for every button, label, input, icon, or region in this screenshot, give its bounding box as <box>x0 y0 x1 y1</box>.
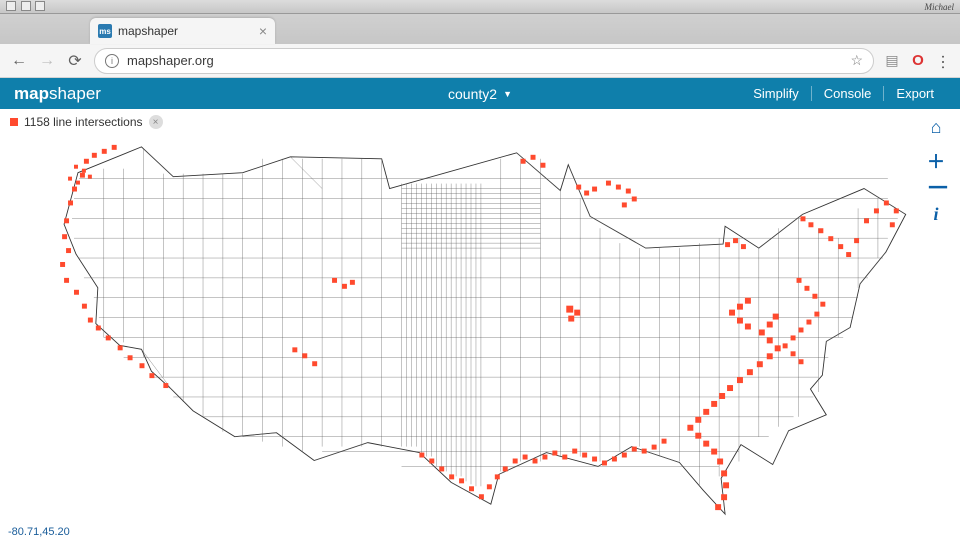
page-viewport: mapshaper county2 ▼ Simplify Console Exp… <box>0 78 960 540</box>
county-lines <box>72 149 906 514</box>
site-info-icon[interactable]: i <box>105 54 119 68</box>
tab-strip: ms mapshaper × <box>0 14 960 44</box>
os-username: Michael <box>925 2 955 12</box>
window-control[interactable] <box>35 1 45 11</box>
address-bar[interactable]: i mapshaper.org ☆ <box>94 48 874 74</box>
cursor-coordinates: -80.71,45.20 <box>8 526 70 538</box>
window-control[interactable] <box>6 1 16 11</box>
simplify-button[interactable]: Simplify <box>741 86 811 101</box>
browser-menu-icon[interactable]: ⋯ <box>933 54 953 68</box>
browser-toolbar: ← → ⟳ i mapshaper.org ☆ ▤ O ⋯ <box>0 44 960 78</box>
bookmark-star-icon[interactable]: ☆ <box>850 52 863 69</box>
reload-button[interactable]: ⟳ <box>66 52 84 70</box>
back-button[interactable]: ← <box>10 52 28 70</box>
export-button[interactable]: Export <box>883 86 946 101</box>
os-titlebar: Michael <box>0 0 960 14</box>
tab-close-icon[interactable]: × <box>259 23 267 39</box>
browser-window: ms mapshaper × ← → ⟳ i mapshaper.org ☆ ▤… <box>0 14 960 540</box>
map-svg <box>10 129 932 526</box>
favicon-icon: ms <box>98 24 112 38</box>
intersection-markers <box>60 145 899 510</box>
extension-icon[interactable]: ▤ <box>884 53 900 69</box>
forward-button[interactable]: → <box>38 52 56 70</box>
window-control[interactable] <box>21 1 31 11</box>
status-dismiss-icon[interactable]: × <box>149 115 163 129</box>
intersections-status: 1158 line intersections × <box>10 115 163 129</box>
app-logo[interactable]: mapshaper <box>14 84 101 104</box>
status-text: 1158 line intersections <box>24 115 143 129</box>
browser-tab[interactable]: ms mapshaper × <box>90 18 275 44</box>
map-canvas[interactable]: 1158 line intersections × ⌂ ＋ － i -80.71… <box>0 109 960 540</box>
layer-name: county2 <box>448 86 497 102</box>
opera-extension-icon[interactable]: O <box>910 53 926 69</box>
status-swatch-icon <box>10 118 18 126</box>
chevron-down-icon: ▼ <box>503 89 512 99</box>
url-text: mapshaper.org <box>127 53 842 68</box>
app-header: mapshaper county2 ▼ Simplify Console Exp… <box>0 78 960 109</box>
layer-selector[interactable]: county2 ▼ <box>448 86 512 102</box>
console-button[interactable]: Console <box>811 86 884 101</box>
tab-title: mapshaper <box>118 24 178 38</box>
